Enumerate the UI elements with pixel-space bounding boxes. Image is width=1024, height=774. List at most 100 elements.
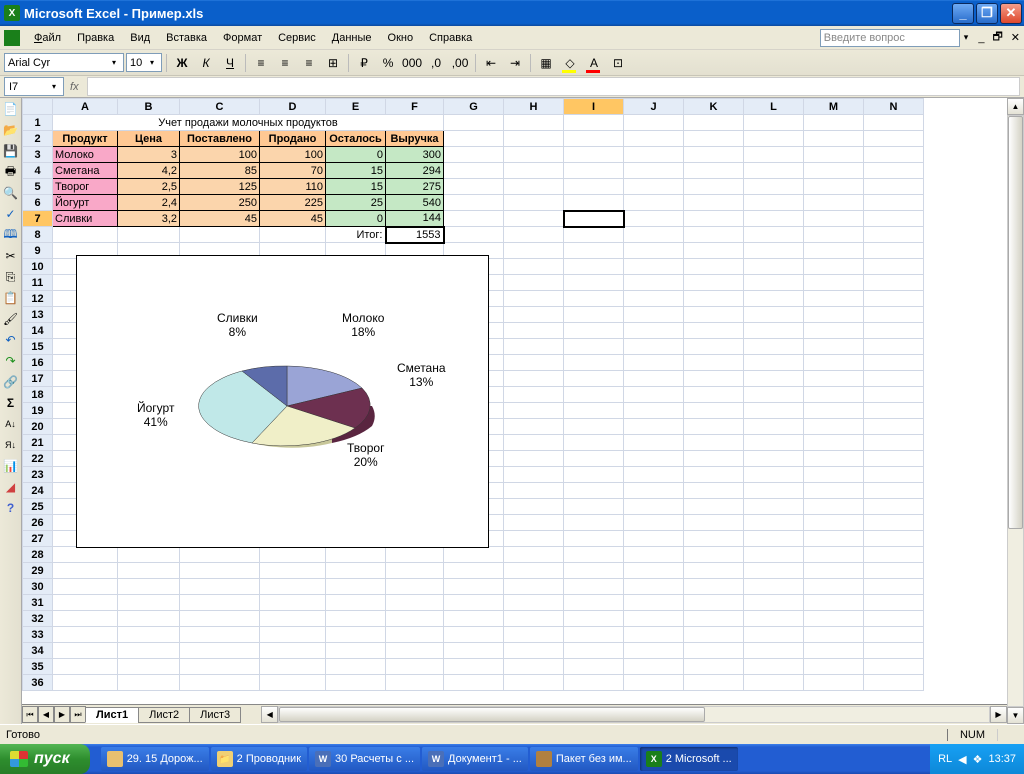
cell-M21[interactable] <box>804 435 864 451</box>
cell-L10[interactable] <box>744 259 804 275</box>
cell-H10[interactable] <box>504 259 564 275</box>
cell-H28[interactable] <box>504 547 564 563</box>
cell-A36[interactable] <box>53 675 118 691</box>
fill-color-button[interactable]: ◇ <box>559 52 581 74</box>
col-header-F[interactable]: F <box>386 99 444 115</box>
cell-L36[interactable] <box>744 675 804 691</box>
cell-K8[interactable] <box>684 227 744 243</box>
cell-H5[interactable] <box>504 179 564 195</box>
cell-I1[interactable] <box>564 115 624 131</box>
cell-M16[interactable] <box>804 355 864 371</box>
taskbar-item-2[interactable]: W30 Расчеты с ... <box>309 747 420 771</box>
cell-J13[interactable] <box>624 307 684 323</box>
doc-icon[interactable] <box>4 30 20 46</box>
cell-A35[interactable] <box>53 659 118 675</box>
cell-E33[interactable] <box>326 627 386 643</box>
cell-H14[interactable] <box>504 323 564 339</box>
cell-N3[interactable] <box>864 147 924 163</box>
cell-L30[interactable] <box>744 579 804 595</box>
cell-M14[interactable] <box>804 323 864 339</box>
cell-H17[interactable] <box>504 371 564 387</box>
autoformat-button[interactable]: ⊡ <box>607 52 629 74</box>
cell-M17[interactable] <box>804 371 864 387</box>
cell-M36[interactable] <box>804 675 864 691</box>
cell-H2[interactable] <box>504 131 564 147</box>
row-header-3[interactable]: 3 <box>23 147 53 163</box>
tray-clock[interactable]: 13:37 <box>988 753 1016 765</box>
cell-J20[interactable] <box>624 419 684 435</box>
row-header-25[interactable]: 25 <box>23 499 53 515</box>
cell-J7[interactable] <box>624 211 684 227</box>
cell-K21[interactable] <box>684 435 744 451</box>
cell-D4[interactable]: 70 <box>260 163 326 179</box>
row-header-24[interactable]: 24 <box>23 483 53 499</box>
row-header-23[interactable]: 23 <box>23 467 53 483</box>
cell-B2[interactable]: Цена <box>118 131 180 147</box>
cell-I12[interactable] <box>564 291 624 307</box>
cell-L4[interactable] <box>744 163 804 179</box>
cell-G8[interactable] <box>444 227 504 243</box>
cell-G31[interactable] <box>444 595 504 611</box>
col-header-E[interactable]: E <box>326 99 386 115</box>
row-header-33[interactable]: 33 <box>23 627 53 643</box>
format-painter-icon[interactable]: 🖌 <box>2 310 20 328</box>
cell-H32[interactable] <box>504 611 564 627</box>
cell-N4[interactable] <box>864 163 924 179</box>
cell-N25[interactable] <box>864 499 924 515</box>
cell-L11[interactable] <box>744 275 804 291</box>
cell-G4[interactable] <box>444 163 504 179</box>
cell-J32[interactable] <box>624 611 684 627</box>
cell-L25[interactable] <box>744 499 804 515</box>
cell-K28[interactable] <box>684 547 744 563</box>
cell-M24[interactable] <box>804 483 864 499</box>
cell-G32[interactable] <box>444 611 504 627</box>
cell-L26[interactable] <box>744 515 804 531</box>
row-header-10[interactable]: 10 <box>23 259 53 275</box>
cell-J5[interactable] <box>624 179 684 195</box>
cell-H36[interactable] <box>504 675 564 691</box>
cell-J6[interactable] <box>624 195 684 211</box>
cell-C7[interactable]: 45 <box>180 211 260 227</box>
hyperlink-icon[interactable]: 🔗 <box>2 373 20 391</box>
cell-N10[interactable] <box>864 259 924 275</box>
cell-N8[interactable] <box>864 227 924 243</box>
cell-D3[interactable]: 100 <box>260 147 326 163</box>
cell-C29[interactable] <box>180 563 260 579</box>
cell-I8[interactable] <box>564 227 624 243</box>
cell-F6[interactable]: 540 <box>386 195 444 211</box>
row-header-27[interactable]: 27 <box>23 531 53 547</box>
cell-M28[interactable] <box>804 547 864 563</box>
redo-icon[interactable]: ↷ <box>2 352 20 370</box>
cell-G7[interactable] <box>444 211 504 227</box>
cell-H25[interactable] <box>504 499 564 515</box>
col-header-A[interactable]: A <box>53 99 118 115</box>
increase-decimal-button[interactable]: ,0 <box>425 52 447 74</box>
cell-N23[interactable] <box>864 467 924 483</box>
cell-C4[interactable]: 85 <box>180 163 260 179</box>
cell-J30[interactable] <box>624 579 684 595</box>
cell-I18[interactable] <box>564 387 624 403</box>
cell-J21[interactable] <box>624 435 684 451</box>
cell-L20[interactable] <box>744 419 804 435</box>
copy-icon[interactable]: ⎘ <box>2 268 20 286</box>
cell-J27[interactable] <box>624 531 684 547</box>
cell-L18[interactable] <box>744 387 804 403</box>
cell-K33[interactable] <box>684 627 744 643</box>
row-header-28[interactable]: 28 <box>23 547 53 563</box>
cell-H21[interactable] <box>504 435 564 451</box>
cell-N13[interactable] <box>864 307 924 323</box>
row-header-18[interactable]: 18 <box>23 387 53 403</box>
close-button[interactable]: ✕ <box>1000 3 1022 24</box>
cell-F31[interactable] <box>386 595 444 611</box>
cell-H35[interactable] <box>504 659 564 675</box>
row-header-31[interactable]: 31 <box>23 595 53 611</box>
cell-H6[interactable] <box>504 195 564 211</box>
cell-I34[interactable] <box>564 643 624 659</box>
cell-G35[interactable] <box>444 659 504 675</box>
cell-B8[interactable] <box>118 227 180 243</box>
tab-nav-next[interactable]: ▶ <box>54 706 70 723</box>
cell-K32[interactable] <box>684 611 744 627</box>
cell-F33[interactable] <box>386 627 444 643</box>
cell-J10[interactable] <box>624 259 684 275</box>
cell-D34[interactable] <box>260 643 326 659</box>
